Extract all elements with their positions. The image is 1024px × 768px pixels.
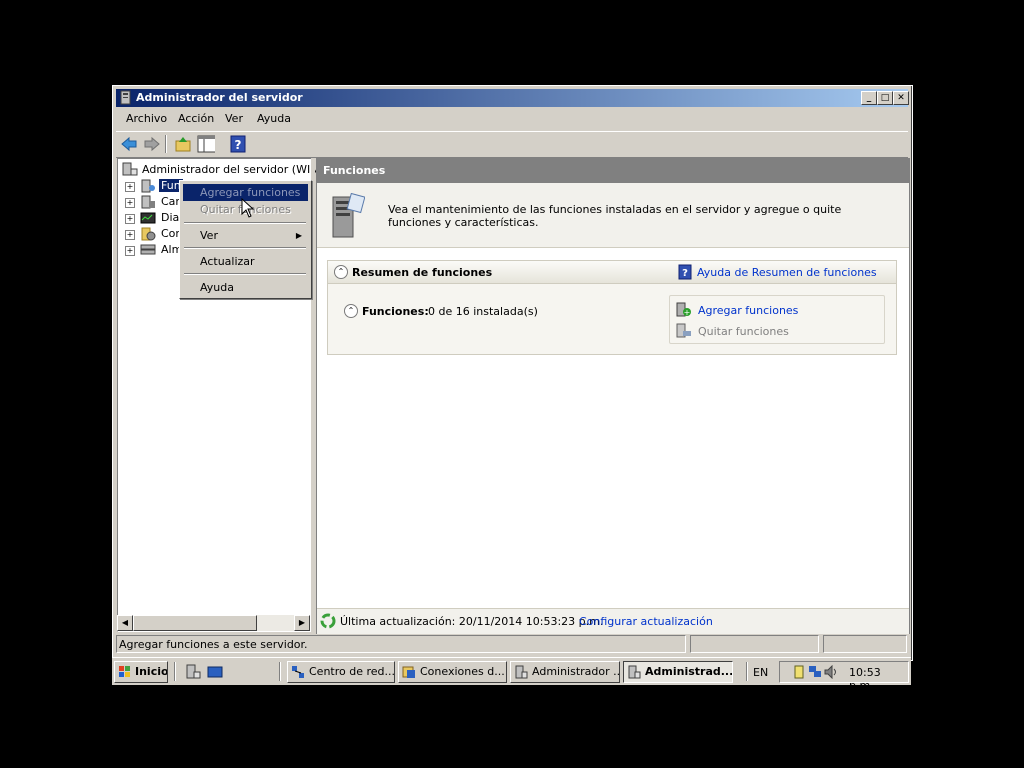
- svg-text:?: ?: [682, 268, 688, 279]
- taskbar-separator: [746, 662, 748, 681]
- up-folder-icon[interactable]: [174, 135, 192, 153]
- help-icon[interactable]: ?: [229, 135, 247, 153]
- help-icon: ?: [678, 264, 692, 280]
- menu-separator: [184, 273, 306, 275]
- summary-title: Resumen de funciones: [352, 266, 493, 279]
- task-admin-1[interactable]: Administrador ...: [510, 661, 620, 683]
- add-functions-link[interactable]: Agregar funciones: [698, 304, 798, 317]
- server-icon: [628, 665, 641, 679]
- clock[interactable]: 10:53 p.m.: [849, 666, 908, 692]
- show-hide-tree-icon[interactable]: [197, 135, 215, 153]
- network-tray-icon[interactable]: [808, 665, 822, 679]
- intro-text: Vea el mantenimiento de las funciones in…: [388, 203, 842, 229]
- roles-icon: [141, 179, 155, 193]
- server-icon: [120, 90, 131, 105]
- maximize-button[interactable]: □: [877, 91, 893, 105]
- pane-title: Funciones: [323, 164, 386, 177]
- menu-separator: [184, 222, 306, 224]
- system-tray: 10:53 p.m.: [779, 661, 909, 692]
- scroll-left-icon[interactable]: ◀: [117, 615, 133, 631]
- expand-icon[interactable]: +: [125, 230, 135, 240]
- collapse-icon[interactable]: ⌃: [344, 304, 358, 318]
- menu-separator: [184, 247, 306, 249]
- remove-functions-link: Quitar funciones: [698, 325, 789, 338]
- menu-ver[interactable]: Ver: [225, 109, 243, 129]
- windows-logo-icon: [119, 666, 130, 677]
- status-panel: [690, 635, 819, 653]
- menu-item-refresh[interactable]: Actualizar: [183, 253, 308, 270]
- mouse-cursor-icon: [241, 198, 255, 218]
- title-bar[interactable]: Administrador del servidor _ □ ✕: [116, 89, 909, 107]
- tree-root[interactable]: Administrador del servidor (WIN-XX: [142, 163, 337, 176]
- summary-header: ⌃ Resumen de funciones ? Ayuda de Resume…: [328, 261, 896, 284]
- status-panel-main: Agregar funciones a este servidor.: [116, 635, 686, 653]
- back-icon[interactable]: [120, 135, 138, 153]
- menu-accion[interactable]: Acción: [178, 109, 214, 129]
- expand-icon[interactable]: +: [125, 214, 135, 224]
- scroll-thumb[interactable]: [133, 615, 257, 631]
- usb-icon[interactable]: [792, 665, 806, 679]
- horizontal-scrollbar[interactable]: ◀ ▶: [117, 615, 310, 631]
- volume-icon[interactable]: [824, 665, 838, 679]
- pane-header: Funciones: [317, 159, 909, 183]
- tasks-box: + Agregar funciones Quitar funciones: [669, 295, 885, 344]
- server-manager-icon: [122, 162, 138, 176]
- menu-archivo[interactable]: Archivo: [126, 109, 167, 129]
- details-pane: Funciones Vea el mantenimiento de las fu…: [316, 158, 910, 634]
- status-panel: [823, 635, 907, 653]
- server-manager-window: Administrador del servidor _ □ ✕ Archivo…: [112, 85, 913, 661]
- menu-bar: Archivo Acción Ver Ayuda: [116, 109, 908, 129]
- summary-help-link[interactable]: Ayuda de Resumen de funciones: [697, 266, 877, 279]
- window-title: Administrador del servidor: [136, 91, 303, 104]
- show-desktop-icon[interactable]: [207, 664, 223, 680]
- menu-item-view[interactable]: Ver ▶: [183, 227, 308, 244]
- expand-icon[interactable]: +: [125, 182, 135, 192]
- functions-count: 0 de 16 instalada(s): [428, 305, 538, 318]
- server-icon: [515, 665, 528, 679]
- collapse-icon[interactable]: ⌃: [334, 265, 348, 279]
- task-connections[interactable]: Conexiones d...: [398, 661, 507, 683]
- connections-icon: [402, 666, 415, 678]
- storage-icon: [140, 244, 156, 255]
- expand-icon[interactable]: +: [125, 246, 135, 256]
- language-indicator[interactable]: EN: [753, 666, 768, 679]
- refresh-icon: [320, 613, 336, 629]
- start-button[interactable]: Inicio: [114, 661, 168, 683]
- taskbar-separator: [174, 662, 176, 681]
- minimize-button[interactable]: _: [861, 91, 877, 105]
- menu-ayuda[interactable]: Ayuda: [257, 109, 291, 129]
- functions-label: Funciones:: [362, 305, 429, 318]
- server-manager-quicklaunch-icon[interactable]: [185, 664, 201, 680]
- remove-roles-icon: [676, 323, 691, 338]
- intro-section: Vea el mantenimiento de las funciones in…: [317, 183, 909, 248]
- status-bar: Agregar funciones a este servidor.: [116, 635, 908, 653]
- svg-text:?: ?: [235, 138, 242, 152]
- server-roles-icon: [332, 193, 365, 238]
- toolbar: ?: [116, 131, 908, 158]
- svg-text:+: +: [684, 308, 691, 317]
- diagnostics-icon: [140, 212, 156, 224]
- expand-icon[interactable]: +: [125, 198, 135, 208]
- configure-update-link[interactable]: Configurar actualización: [579, 615, 713, 628]
- task-admin-2-active[interactable]: Administrad...: [623, 661, 733, 683]
- network-icon: [292, 666, 304, 678]
- summary-section: ⌃ Resumen de funciones ? Ayuda de Resume…: [327, 260, 897, 355]
- submenu-arrow-icon: ▶: [295, 231, 302, 240]
- configuration-icon: [141, 227, 156, 241]
- forward-icon[interactable]: [143, 135, 161, 153]
- add-roles-icon: +: [676, 302, 691, 317]
- last-update-text: Última actualización: 20/11/2014 10:53:2…: [340, 615, 604, 628]
- refresh-bar: Última actualización: 20/11/2014 10:53:2…: [317, 608, 909, 634]
- menu-item-help[interactable]: Ayuda: [183, 279, 308, 296]
- taskbar: Inicio Centro de red... Conexiones d... …: [112, 657, 911, 692]
- taskbar-separator: [279, 662, 281, 681]
- close-button[interactable]: ✕: [893, 91, 909, 105]
- scroll-right-icon[interactable]: ▶: [294, 615, 310, 631]
- features-icon: [141, 195, 155, 209]
- task-network-center[interactable]: Centro de red...: [287, 661, 395, 683]
